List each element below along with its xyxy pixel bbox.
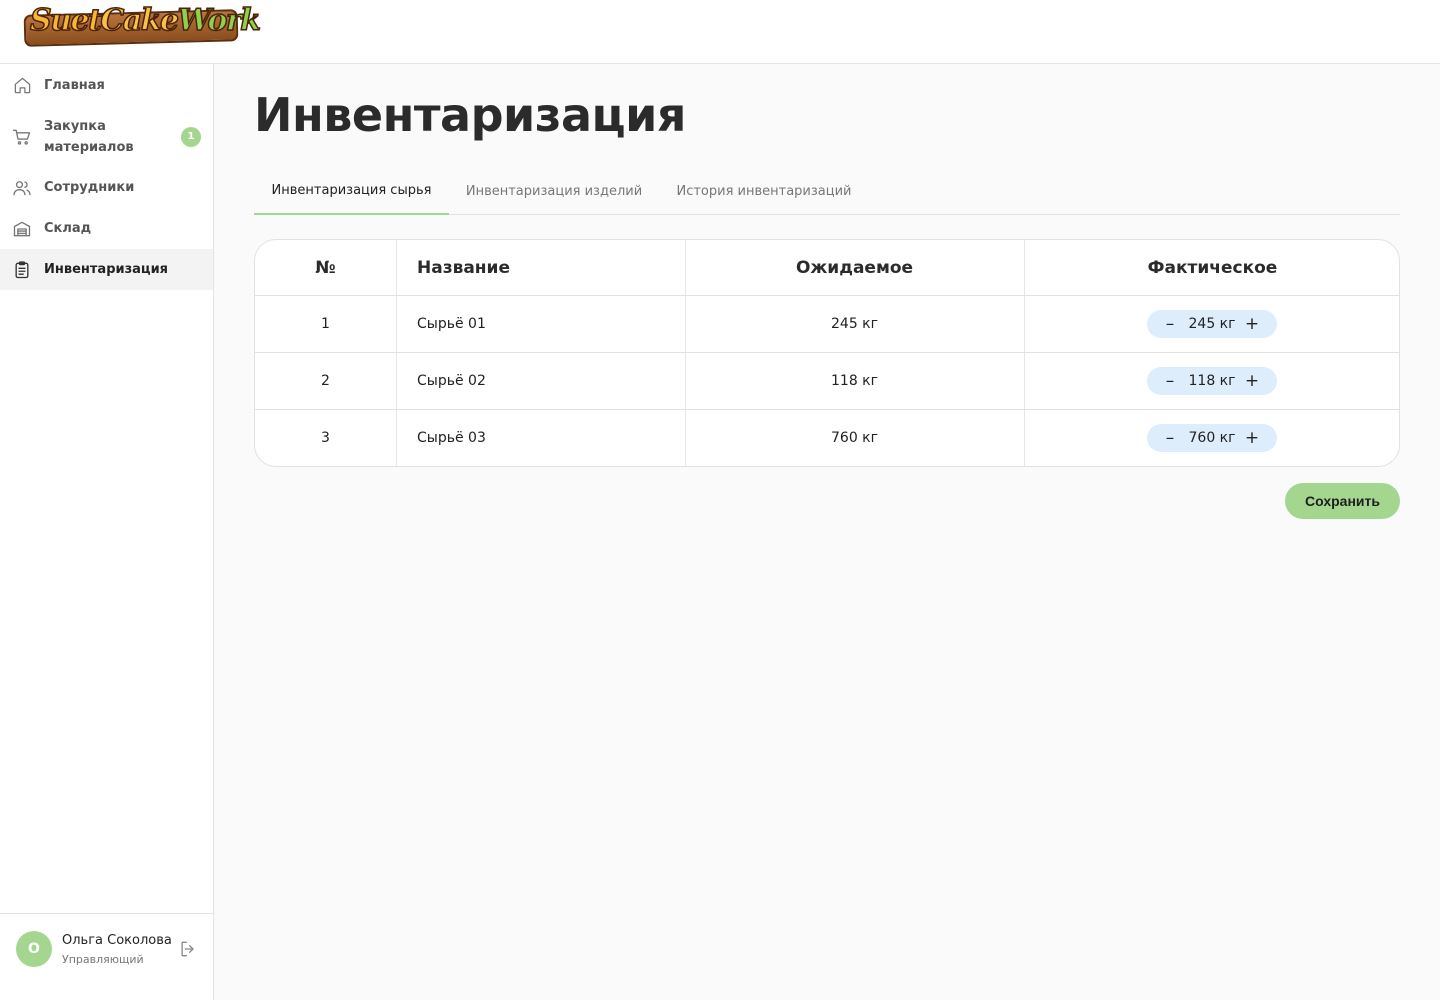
row-name: Сырьё 02 [417, 373, 486, 389]
save-button[interactable]: Сохранить [1285, 483, 1400, 519]
user-profile: О Ольга Соколова Управляющий [0, 913, 213, 1000]
tab-products[interactable]: Инвентаризация изделий [449, 168, 659, 214]
app-logo[interactable]: SuetCakeWork [22, 2, 262, 48]
increment-button[interactable]: + [1242, 428, 1262, 448]
quantity-value[interactable]: 760 кг [1177, 430, 1247, 446]
quantity-value[interactable]: 118 кг [1177, 373, 1247, 389]
header-actual: Фактическое [1147, 257, 1278, 278]
row-number: 2 [321, 373, 330, 389]
logo-word-suet: Suet [29, 2, 102, 39]
row-name: Сырьё 03 [417, 430, 486, 446]
row-expected: 245 кг [831, 316, 878, 332]
sidebar-item-home[interactable]: Главная [0, 64, 213, 106]
row-expected: 118 кг [831, 373, 878, 389]
sidebar-item-warehouse[interactable]: Склад [0, 208, 213, 249]
sidebar-item-label: Закупка материалов [44, 118, 134, 155]
column-divider [396, 240, 397, 466]
tab-history[interactable]: История инвентаризаций [659, 168, 869, 214]
quantity-stepper[interactable]: – 760 кг + [1147, 424, 1277, 452]
avatar[interactable]: О [16, 931, 52, 967]
header-number: № [315, 257, 336, 278]
row-number: 1 [321, 316, 330, 332]
home-icon [12, 75, 32, 95]
row-number: 3 [321, 430, 330, 446]
sidebar-item-label: Сотрудники [44, 180, 135, 195]
sidebar-item-inventory[interactable]: Инвентаризация [0, 249, 213, 290]
row-name: Сырьё 01 [417, 316, 486, 332]
notification-badge: 1 [181, 126, 201, 147]
quantity-stepper[interactable]: – 245 кг + [1147, 310, 1277, 338]
sidebar-item-purchasing[interactable]: Закупка материалов 1 [0, 106, 213, 167]
quantity-stepper[interactable]: – 118 кг + [1147, 367, 1277, 395]
row-expected: 760 кг [831, 430, 878, 446]
header-name: Название [417, 257, 510, 278]
logo-word-cake: Cake [100, 2, 180, 39]
header-expected: Ожидаемое [795, 257, 914, 278]
increment-button[interactable]: + [1242, 371, 1262, 391]
sidebar-item-label: Главная [44, 77, 105, 93]
clipboard-icon [12, 260, 32, 280]
user-role: Управляющий [62, 953, 144, 966]
users-icon [12, 178, 32, 198]
quantity-value[interactable]: 245 кг [1177, 316, 1247, 332]
tab-bar: Инвентаризация сырья Инвентаризация изде… [254, 168, 1400, 215]
cart-icon [12, 127, 32, 147]
sidebar: Главная Закупка материалов 1 Сотрудники … [0, 64, 214, 1000]
inventory-table: № Название Ожидаемое Фактическое 1 Сырьё… [254, 239, 1400, 467]
tab-raw-materials[interactable]: Инвентаризация сырья [254, 168, 449, 215]
page-title: Инвентаризация [254, 88, 686, 142]
user-name: Ольга Соколова [62, 933, 172, 948]
logo-word-work: Work [177, 2, 262, 39]
sidebar-item-label: Склад [44, 221, 92, 236]
logout-icon[interactable] [178, 939, 198, 959]
sidebar-item-employees[interactable]: Сотрудники [0, 167, 213, 208]
logo-text: SuetCakeWork [29, 2, 262, 39]
increment-button[interactable]: + [1242, 314, 1262, 334]
sidebar-item-label: Инвентаризация [44, 262, 169, 277]
top-bar: SuetCakeWork [0, 0, 1440, 64]
warehouse-icon [12, 219, 32, 239]
